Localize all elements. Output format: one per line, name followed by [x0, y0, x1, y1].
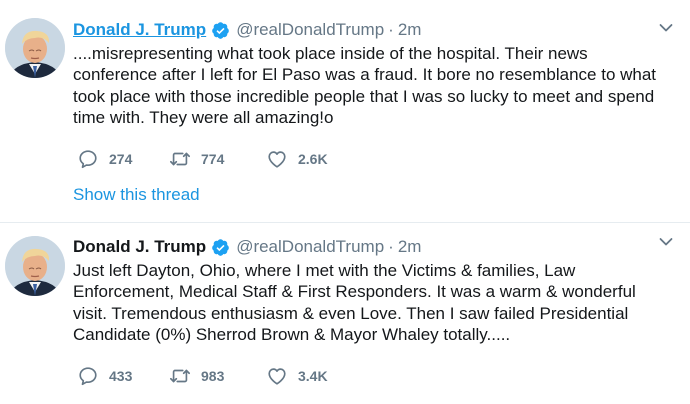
retweet-count: 983 — [201, 368, 225, 385]
timeline: Donald J. Trump @realDonaldTrump · 2m ..… — [0, 0, 690, 404]
show-thread-link[interactable]: Show this thread — [73, 185, 672, 205]
like-count: 2.6K — [298, 151, 328, 168]
like-button[interactable]: 3.4K — [266, 365, 356, 387]
reply-button[interactable]: 433 — [77, 365, 169, 387]
author-handle[interactable]: @realDonaldTrump — [236, 237, 384, 257]
like-icon — [268, 368, 286, 385]
reply-icon — [79, 367, 97, 386]
separator-dot: · — [388, 20, 394, 39]
like-count: 3.4K — [298, 368, 328, 385]
like-icon — [268, 151, 286, 168]
tweet-timestamp[interactable]: 2m — [398, 237, 422, 257]
author-name[interactable]: Donald J. Trump — [73, 237, 206, 257]
reply-icon — [79, 150, 97, 169]
tweet-header: Donald J. Trump @realDonaldTrump · 2m — [73, 235, 672, 259]
tweet-header: Donald J. Trump @realDonaldTrump · 2m — [73, 18, 672, 42]
verified-icon — [211, 238, 230, 257]
reply-button[interactable]: 274 — [77, 148, 169, 170]
tweet-actions: 433 983 3.4K — [73, 365, 672, 387]
retweet-button[interactable]: 774 — [169, 148, 266, 170]
tweet-text: Just left Dayton, Ohio, where I met with… — [73, 261, 636, 344]
author-name[interactable]: Donald J. Trump — [73, 20, 206, 40]
avatar[interactable] — [5, 236, 65, 296]
retweet-icon — [170, 152, 190, 166]
retweet-count: 774 — [201, 151, 225, 168]
tweet[interactable]: Donald J. Trump @realDonaldTrump · 2m ..… — [0, 0, 690, 222]
reply-count: 433 — [109, 368, 133, 385]
tweet-actions: 274 774 2.6K — [73, 148, 672, 170]
retweet-button[interactable]: 983 — [169, 365, 266, 387]
caret-down-icon[interactable] — [658, 20, 674, 36]
avatar[interactable] — [5, 18, 65, 78]
caret-down-icon[interactable] — [658, 234, 674, 250]
tweet-timestamp[interactable]: 2m — [398, 20, 422, 40]
like-button[interactable]: 2.6K — [266, 148, 356, 170]
tweet[interactable]: Donald J. Trump @realDonaldTrump · 2m Ju… — [0, 222, 690, 404]
reply-count: 274 — [109, 151, 133, 168]
author-handle[interactable]: @realDonaldTrump — [236, 20, 384, 40]
separator-dot: · — [388, 237, 394, 256]
retweet-icon — [170, 369, 190, 383]
tweet-text: ....misrepresenting what took place insi… — [73, 44, 657, 127]
verified-icon — [211, 21, 230, 40]
